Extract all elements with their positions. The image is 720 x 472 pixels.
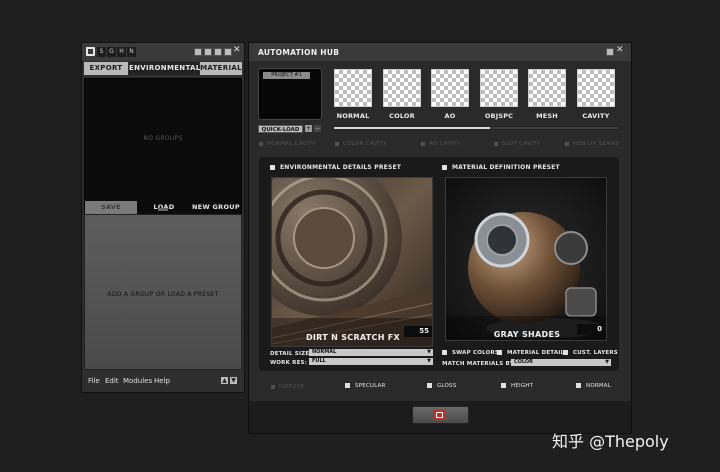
env-preview-image <box>272 178 432 346</box>
env-preset-checkbox[interactable]: ENVIRONMENTAL DETAILS PRESET <box>270 164 401 171</box>
env-preview[interactable]: DIRT N SCRATCH FX 55 <box>271 177 433 347</box>
material-details-checkbox[interactable]: MATERIAL DETAILS <box>497 350 568 356</box>
work-res-label: WORK RES: <box>270 360 308 366</box>
app-logo-icon <box>86 47 95 56</box>
resize-handle[interactable] <box>158 208 168 211</box>
group-properties-area: ADD A GROUP OR LOAD A PRESET <box>84 214 242 370</box>
close-icon[interactable]: ✕ <box>616 45 624 55</box>
hub-titlebar: AUTOMATION HUB ✕ <box>249 43 631 61</box>
drop-hint-text: ADD A GROUP OR LOAD A PRESET <box>107 291 219 298</box>
toolbar-chip-g[interactable]: G <box>107 47 116 57</box>
close-icon[interactable]: ✕ <box>233 45 241 55</box>
map-label-objspc: OBJSPC <box>484 112 514 120</box>
hub-title: AUTOMATION HUB <box>258 48 340 57</box>
env-preview-value: 55 <box>404 326 432 337</box>
option-gloss[interactable]: GLOSS <box>427 383 456 389</box>
app-logo-icon <box>433 410 446 420</box>
project-thumbnail[interactable]: PROJECT #1 <box>258 68 322 120</box>
watermark-text: 知乎 @Thepoly <box>552 432 669 451</box>
menu-bar: File Edit Modules Help ▲ ▼ <box>86 376 242 388</box>
project-label: PROJECT #1 <box>263 72 310 79</box>
left-panel: S G H N ✕ EXPORT ENVIRONMENTAL MATERIAL … <box>81 42 245 393</box>
mat-preset-checkbox[interactable]: MATERIAL DEFINITION PRESET <box>442 164 560 171</box>
save-preset-button[interactable]: SAVE PRESET... <box>85 201 137 224</box>
empty-list-text: NO GROUPS <box>143 135 183 142</box>
detail-size-dropdown[interactable]: NORMAL ▼ <box>309 349 433 356</box>
tab-export[interactable]: EXPORT <box>84 62 128 75</box>
mesh-map-slot[interactable] <box>528 69 566 107</box>
option-diffuse[interactable]: DIFFUSE <box>271 384 304 390</box>
tab-bar: EXPORT ENVIRONMENTAL MATERIAL <box>84 62 242 75</box>
presets-panel: ENVIRONMENTAL DETAILS PRESET MATERIAL DE… <box>259 157 619 371</box>
color-map-slot[interactable] <box>383 69 421 107</box>
option-specular[interactable]: SPECULAR <box>345 383 386 389</box>
cavity-map-slot[interactable] <box>577 69 615 107</box>
menu-modules[interactable]: Modules <box>123 377 152 385</box>
tools-icon[interactable] <box>204 48 212 56</box>
menu-help[interactable]: Help <box>154 377 170 385</box>
quick-load-button[interactable]: QUICK-LOAD <box>258 125 303 133</box>
option-slot-cavity[interactable]: SLOT CAVITY <box>494 141 540 147</box>
minimize-icon[interactable] <box>214 48 222 56</box>
maximize-icon[interactable] <box>606 48 614 56</box>
arrow-down-icon[interactable]: ▼ <box>230 377 237 384</box>
mat-preview[interactable]: GRAY SHADES 0 <box>445 177 607 341</box>
run-automation-button[interactable] <box>412 406 469 424</box>
mat-preview-image <box>446 178 606 340</box>
option-normal-cavity[interactable]: NORMAL CAVITY <box>259 141 316 147</box>
plus-icon[interactable]: + <box>305 125 312 132</box>
progress-slider[interactable] <box>333 126 619 130</box>
option-normal[interactable]: NORMAL <box>576 383 611 389</box>
refresh-icon[interactable] <box>194 48 202 56</box>
option-color-cavity[interactable]: COLOR CAVITY <box>335 141 387 147</box>
left-panel-titlebar: S G H N ✕ <box>82 43 244 61</box>
arrow-up-icon[interactable]: ▲ <box>221 377 228 384</box>
new-group-button[interactable]: NEW GROUP <box>191 201 241 214</box>
toolbar-chip-h[interactable]: H <box>117 47 126 57</box>
match-by-dropdown[interactable]: COLOR ▼ <box>511 359 611 366</box>
menu-file[interactable]: File <box>88 377 100 385</box>
slider-fill <box>334 127 491 129</box>
group-list[interactable]: NO GROUPS SAVE PRESET... LOAD PRESET... … <box>84 78 242 236</box>
output-options-row: DIFFUSE SPECULAR GLOSS HEIGHT NORMAL <box>249 377 631 395</box>
normal-map-slot[interactable] <box>334 69 372 107</box>
cust-layers-checkbox[interactable]: CUST. LAYERS <box>563 350 618 356</box>
map-label-mesh: MESH <box>536 112 558 120</box>
menu-edit[interactable]: Edit <box>105 377 119 385</box>
work-res-dropdown[interactable]: FULL ▼ <box>309 358 433 365</box>
toolbar-chip-s[interactable]: S <box>97 47 106 57</box>
maximize-icon[interactable] <box>224 48 232 56</box>
automation-hub-window: AUTOMATION HUB ✕ PROJECT #1 NORMAL COLOR… <box>248 42 632 434</box>
minus-icon[interactable]: − <box>314 125 321 132</box>
detail-size-label: DETAIL SIZE: <box>270 351 312 357</box>
option-ao-cavity[interactable]: AO CAVITY <box>421 141 461 147</box>
option-height[interactable]: HEIGHT <box>501 383 533 389</box>
tab-material[interactable]: MATERIAL <box>200 62 242 75</box>
match-by-label: MATCH MATERIALS BY: <box>442 361 516 367</box>
map-label-color: COLOR <box>389 112 415 120</box>
objspc-map-slot[interactable] <box>480 69 518 107</box>
map-label-normal: NORMAL <box>336 112 370 120</box>
toolbar-chip-n[interactable]: N <box>127 47 136 57</box>
map-label-cavity: CAVITY <box>582 112 610 120</box>
mat-preview-value: 0 <box>577 324 605 335</box>
swap-colors-checkbox[interactable]: SWAP COLORS <box>442 350 499 356</box>
tab-environmental[interactable]: ENVIRONMENTAL <box>129 62 200 75</box>
map-label-ao: AO <box>444 112 456 120</box>
option-hdb-uv-seams[interactable]: HDB UV SEAMS <box>565 141 619 147</box>
ao-map-slot[interactable] <box>431 69 469 107</box>
